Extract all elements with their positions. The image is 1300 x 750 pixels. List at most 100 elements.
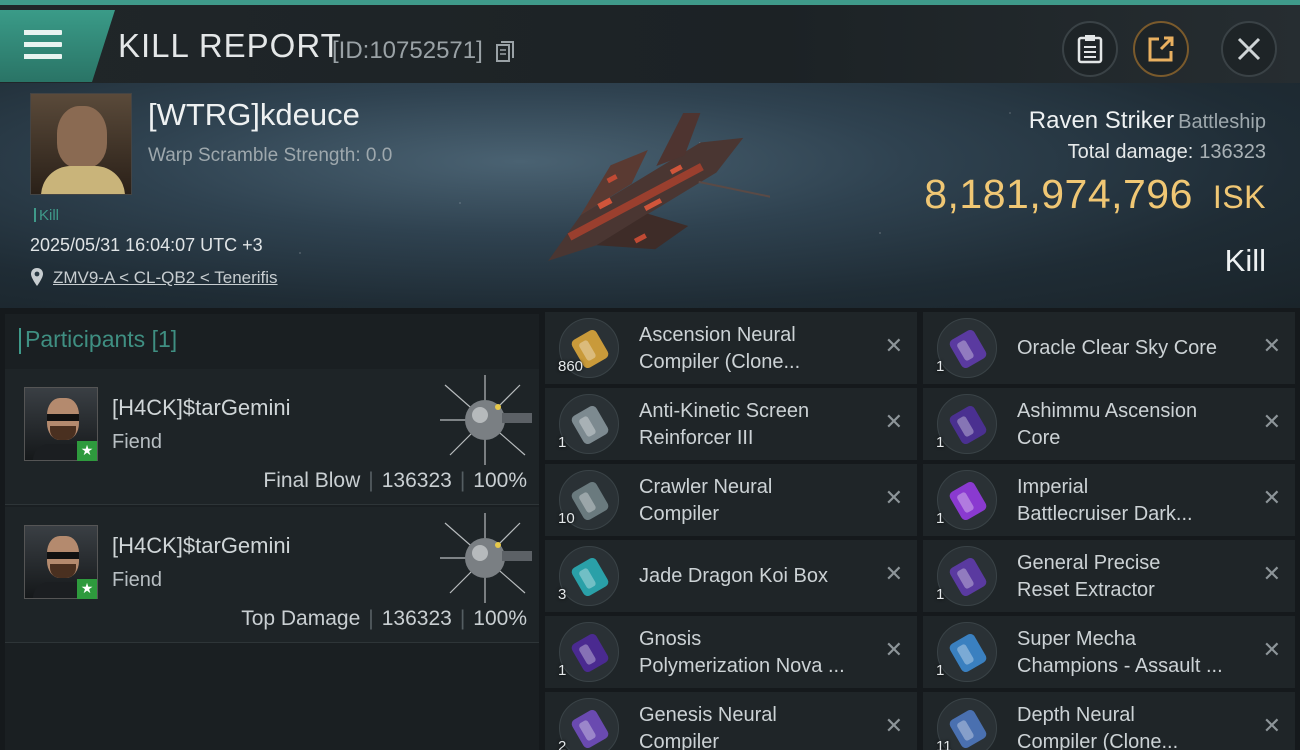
isk-value: 8,181,974,796 ISK [924,171,1266,218]
item-art [571,405,609,445]
item-name: Depth Neural Compiler (Clone... [1017,702,1247,750]
participant-damage: 136323 [381,607,452,630]
item-row[interactable]: 1 Ashimmu Ascension Core ✕ [923,388,1295,460]
participants-count: [1] [151,326,178,352]
item-quantity: 11 [936,738,952,750]
location-link[interactable]: ZMV9-A < CL-QB2 < Tenerifis [53,268,278,288]
item-name-line2: Battlecruiser Dark... [1017,503,1193,525]
item-name-line2: Compiler [639,503,720,525]
participants-header: Participants [1] [18,326,178,354]
item-quantity: 1 [558,434,567,451]
item-art [571,633,609,673]
destroyed-x-icon: ✕ [1262,638,1281,663]
item-name-line2: Reinforcer III [639,427,754,449]
header-bar: KILL REPORT [ID:10752571] [0,5,1300,83]
item-name: Super Mecha Champions - Assault ... [1017,626,1247,680]
share-button[interactable] [1133,21,1189,77]
close-icon [1237,37,1261,61]
victim-panel: [WTRG]kdeuce Warp Scramble Strength: 0.0… [0,83,1300,308]
victim-ship-image[interactable] [520,113,770,283]
item-name-line1: General Precise [1017,552,1161,574]
stat-divider: | [368,469,374,492]
item-name-line2: Compiler (Clone... [1017,731,1179,750]
victim-portrait[interactable] [30,93,132,195]
participants-label: Participants [25,326,146,352]
crate-icon [937,470,997,530]
item-quantity: 3 [558,586,567,603]
stat-divider: | [459,607,466,630]
victim-ship-name[interactable]: Raven Striker Battleship [1029,107,1266,135]
participant-name: [H4CK]$tarGemini [112,395,291,420]
item-name: Gnosis Polymerization Nova ... [639,626,869,680]
item-row[interactable]: 1 Oracle Clear Sky Core ✕ [923,312,1295,384]
shield-module-icon [559,394,619,454]
warp-scramble-strength: Warp Scramble Strength: 0.0 [148,145,393,166]
item-name: Ashimmu Ascension Core [1017,398,1247,452]
total-damage-value: 136323 [1199,141,1266,163]
victim-name[interactable]: [WTRG]kdeuce [148,97,360,133]
item-name-line2: Core [1017,427,1061,449]
participant-row[interactable]: ★ [H4CK]$tarGemini Fiend Top Damage | 1363… [5,507,539,643]
item-quantity: 1 [558,662,567,679]
item-row[interactable]: 10 Crawler Neural Compiler ✕ [545,464,917,536]
item-row[interactable]: 1 Super Mecha Champions - Assault ... ✕ [923,616,1295,688]
star-icon: ★ [77,441,97,461]
kill-datetime: 2025/05/31 16:04:07 UTC +3 [30,235,263,255]
mystery-box-icon [559,546,619,606]
participant-row[interactable]: ★ [H4CK]$tarGemini Fiend Final Blow | 1363… [5,369,539,505]
core-icon [559,622,619,682]
portrait-suit [41,166,125,194]
participant-damage: 136323 [381,469,452,492]
clipboard-button[interactable] [1062,21,1118,77]
item-art [949,633,987,673]
item-name-line1: Oracle Clear Sky Core [1017,337,1218,359]
item-name-line2: Compiler (Clone... [639,351,801,373]
destroyed-x-icon: ✕ [1262,334,1281,359]
participant-name: [H4CK]$tarGemini [112,533,291,558]
close-button[interactable] [1221,21,1277,77]
item-name-line1: Anti-Kinetic Screen [639,400,810,422]
item-row[interactable]: 1 Gnosis Polymerization Nova ... ✕ [545,616,917,688]
item-row[interactable]: 2 Genesis Neural Compiler ✕ [545,692,917,750]
destroyed-x-icon: ✕ [1262,410,1281,435]
stat-divider: | [459,469,466,492]
item-name-line1: Imperial [1017,476,1089,498]
dropped-items-grid: 860 Ascension Neural Compiler (Clone... ✕ 1 O… [545,310,1300,750]
star-icon: ★ [77,579,97,599]
item-row[interactable]: 1 Anti-Kinetic Screen Reinforcer III ✕ [545,388,917,460]
item-row[interactable]: 11 Depth Neural Compiler (Clone... ✕ [923,692,1295,750]
item-name-line2: Reset Extractor [1017,579,1155,601]
item-name: Ascension Neural Compiler (Clone... [639,322,869,376]
item-name-line1: Super Mecha [1017,628,1136,650]
participant-corp: Fiend [112,431,163,453]
destroyed-x-icon: ✕ [884,486,903,511]
item-name-line2: Polymerization Nova ... [639,655,845,677]
copy-icon[interactable] [496,41,514,63]
item-name: General Precise Reset Extractor [1017,550,1247,604]
kill-type: Kill [1224,243,1266,278]
item-row[interactable]: 1 General Precise Reset Extractor ✕ [923,540,1295,612]
total-damage: Total damage: 136323 [1068,141,1266,164]
avatar-beard [50,426,76,440]
ship-name-text: Raven Striker [1028,107,1175,134]
destroyed-x-icon: ✕ [1262,562,1281,587]
item-name-line1: Genesis Neural [639,704,777,726]
item-quantity: 1 [936,586,945,603]
participant-role: Top Damage [241,607,361,630]
ship-class: Battleship [1178,111,1266,133]
crate-icon [937,622,997,682]
stat-divider: | [368,607,374,630]
destroyed-x-icon: ✕ [884,410,903,435]
item-quantity: 1 [936,434,945,451]
participant-corp: Fiend [112,569,163,591]
item-row[interactable]: 3 Jade Dragon Koi Box ✕ [545,540,917,612]
item-row[interactable]: 860 Ascension Neural Compiler (Clone... ✕ [545,312,917,384]
item-name: Crawler Neural Compiler [639,474,869,528]
neural-compiler-icon [559,698,619,750]
menu-button[interactable] [0,10,115,82]
menu-icon-bar [24,42,62,47]
extractor-icon [937,546,997,606]
item-quantity: 1 [936,662,945,679]
item-name: Imperial Battlecruiser Dark... [1017,474,1247,528]
item-row[interactable]: 1 Imperial Battlecruiser Dark... ✕ [923,464,1295,536]
